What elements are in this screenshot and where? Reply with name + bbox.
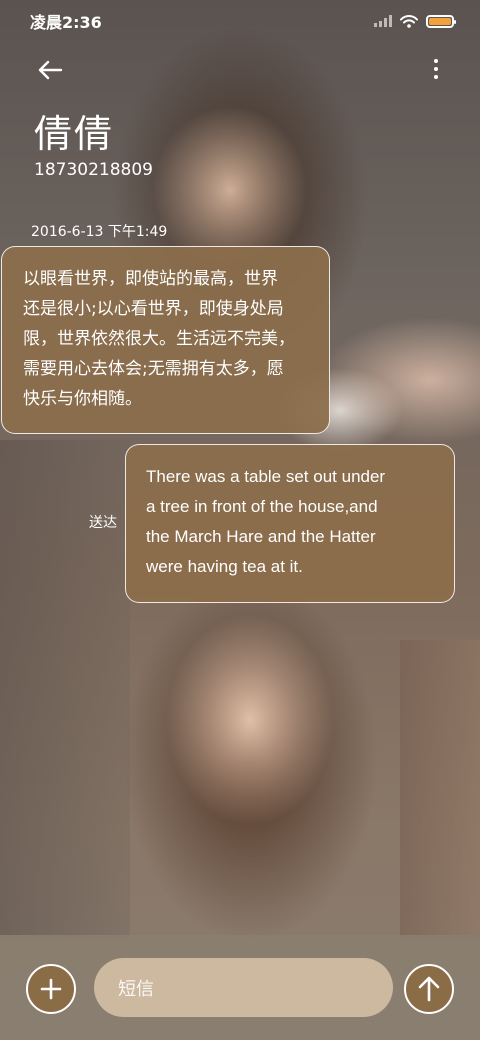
message-line: There was a table set out under — [146, 467, 386, 486]
plus-icon — [40, 978, 62, 1000]
message-line: the March Hare and the Hatter — [146, 527, 376, 546]
add-attachment-button[interactable] — [26, 964, 76, 1014]
contact-number: 18730218809 — [34, 160, 153, 180]
arrow-left-icon — [38, 60, 63, 80]
delivery-status: 送达 — [89, 515, 117, 531]
wifi-icon — [400, 14, 418, 28]
send-button[interactable] — [404, 964, 454, 1014]
wallpaper-shade-right — [400, 640, 480, 940]
message-line: 以眼看世界，即使站的最高，世界 — [23, 269, 278, 289]
contact-name: 倩倩 — [34, 112, 115, 156]
status-bar: 凌晨2:36 — [0, 0, 480, 42]
more-vertical-icon — [434, 59, 438, 63]
status-icons — [374, 14, 456, 28]
incoming-message-bubble[interactable]: 以眼看世界，即使站的最高，世界 还是很小;以心看世界，即使身处局 限，世界依然很… — [1, 246, 330, 434]
message-line: 快乐与你相随。 — [23, 389, 142, 409]
back-button[interactable] — [32, 52, 68, 88]
arrow-up-icon — [418, 976, 440, 1002]
outgoing-message-bubble[interactable]: There was a table set out under a tree i… — [125, 444, 455, 603]
more-options-button[interactable] — [428, 54, 444, 84]
status-time: 凌晨2:36 — [30, 13, 102, 32]
message-line: 需要用心去体会;无需拥有太多，愿 — [23, 359, 284, 379]
battery-level — [429, 17, 451, 25]
message-line: were having tea at it. — [146, 557, 303, 576]
signal-icon — [374, 15, 392, 27]
sms-input[interactable]: 短信 — [94, 958, 393, 1017]
message-line: 还是很小;以心看世界，即使身处局 — [23, 299, 284, 319]
battery-icon — [426, 14, 456, 28]
message-line: a tree in front of the house,and — [146, 497, 378, 516]
message-timestamp: 2016-6-13 下午1:49 — [31, 224, 168, 240]
message-line: 限，世界依然很大。生活远不完美， — [23, 329, 295, 349]
